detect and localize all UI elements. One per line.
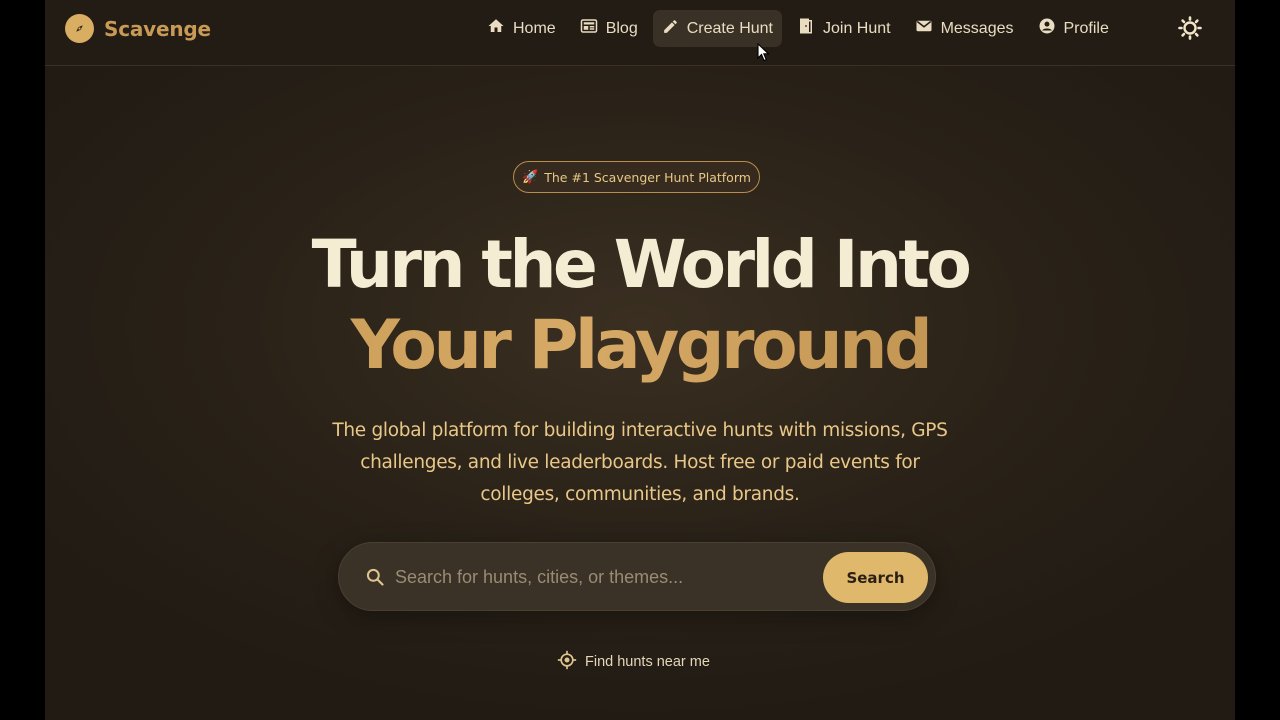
hero-headline-line2: Your Playground	[45, 306, 1235, 385]
mouse-cursor-icon	[757, 42, 771, 67]
top-navbar: Scavenge Home Blog Create Hunt Join Hunt…	[45, 0, 1235, 66]
hero-subtitle: The global platform for building interac…	[332, 420, 948, 505]
nav-profile[interactable]: Profile	[1029, 10, 1118, 47]
nav-join-hunt[interactable]: Join Hunt	[788, 10, 900, 47]
search-button[interactable]: Search	[823, 552, 928, 603]
nav-blog[interactable]: Blog	[571, 10, 647, 47]
nav-create-hunt-label: Create Hunt	[686, 19, 773, 37]
search-input[interactable]	[395, 560, 815, 594]
home-icon	[487, 17, 505, 40]
nav-messages[interactable]: Messages	[906, 10, 1023, 47]
nav-create-hunt[interactable]: Create Hunt	[652, 10, 782, 47]
find-near-me-link[interactable]: Find hunts near me	[557, 650, 710, 674]
rocket-icon: 🚀	[522, 169, 539, 185]
door-icon	[797, 17, 815, 40]
search-bar: Search	[338, 542, 936, 611]
nav-profile-label: Profile	[1063, 19, 1109, 37]
app-window: Scavenge Home Blog Create Hunt Join Hunt…	[45, 0, 1235, 720]
newspaper-icon	[580, 17, 598, 40]
search-icon	[365, 567, 385, 591]
location-target-icon	[557, 650, 577, 674]
user-circle-icon	[1038, 17, 1056, 40]
nav-blog-label: Blog	[605, 19, 638, 37]
nav-join-hunt-label: Join Hunt	[822, 19, 891, 37]
main-nav: Home Blog Create Hunt Join Hunt Messages…	[478, 10, 1124, 47]
pencil-icon	[662, 18, 679, 40]
nav-messages-label: Messages	[940, 19, 1014, 37]
nav-home[interactable]: Home	[478, 10, 565, 47]
sun-icon[interactable]	[1178, 16, 1202, 40]
find-near-me-label: Find hunts near me	[585, 654, 710, 670]
compass-icon	[65, 14, 94, 43]
hero-badge: 🚀 The #1 Scavenger Hunt Platform	[513, 161, 760, 193]
brand-name: Scavenge	[104, 16, 211, 41]
brand[interactable]: Scavenge	[65, 14, 211, 43]
hero-headline-line1: Turn the World Into	[311, 226, 972, 303]
hero-badge-text: The #1 Scavenger Hunt Platform	[544, 169, 751, 185]
nav-home-label: Home	[513, 19, 556, 37]
mail-icon	[915, 17, 933, 40]
